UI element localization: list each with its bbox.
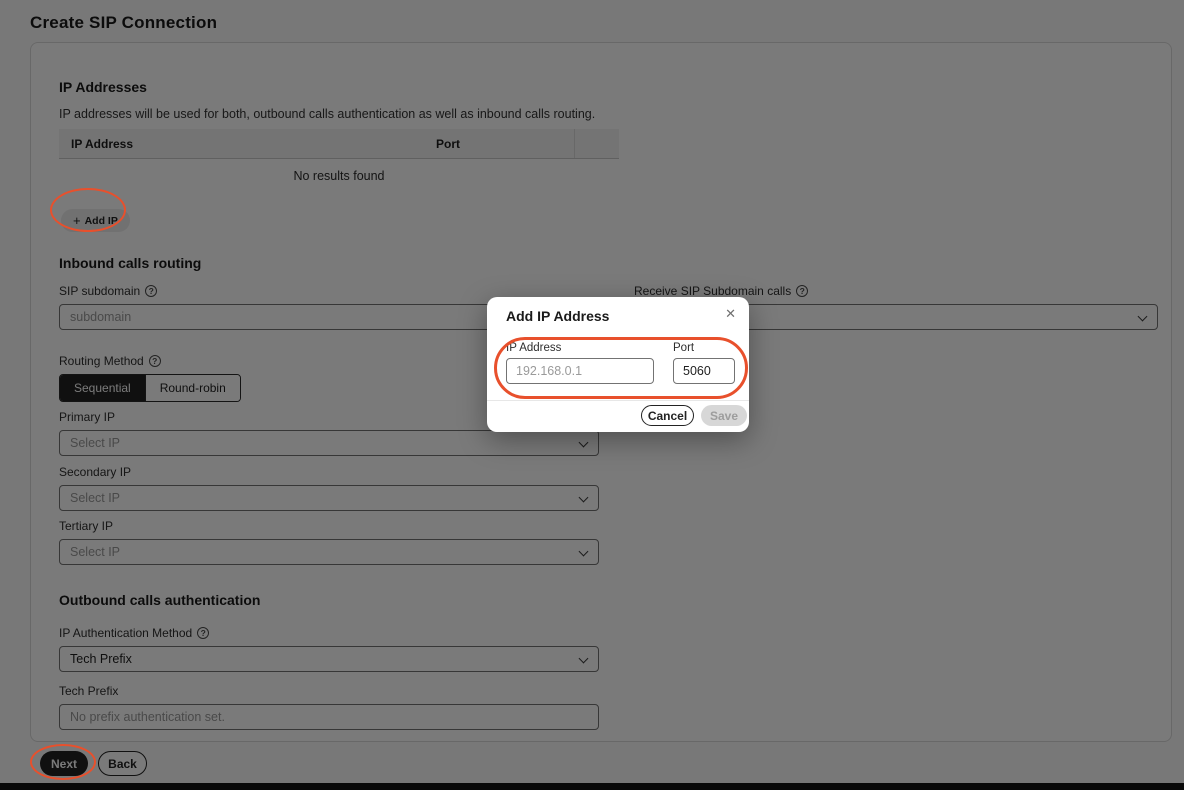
modal-port-input[interactable] <box>673 358 735 384</box>
modal-port-label: Port <box>673 342 695 354</box>
close-icon[interactable]: ✕ <box>725 306 736 322</box>
modal-ip-address-input[interactable] <box>506 358 654 384</box>
modal-ip-address-label: IP Address <box>506 342 562 354</box>
save-button[interactable]: Save <box>701 405 747 426</box>
cancel-button[interactable]: Cancel <box>641 405 694 426</box>
modal-title: Add IP Address <box>506 308 610 324</box>
add-ip-modal: Add IP Address ✕ IP Address Port Cancel … <box>487 297 749 432</box>
modal-footer-divider <box>487 400 749 401</box>
